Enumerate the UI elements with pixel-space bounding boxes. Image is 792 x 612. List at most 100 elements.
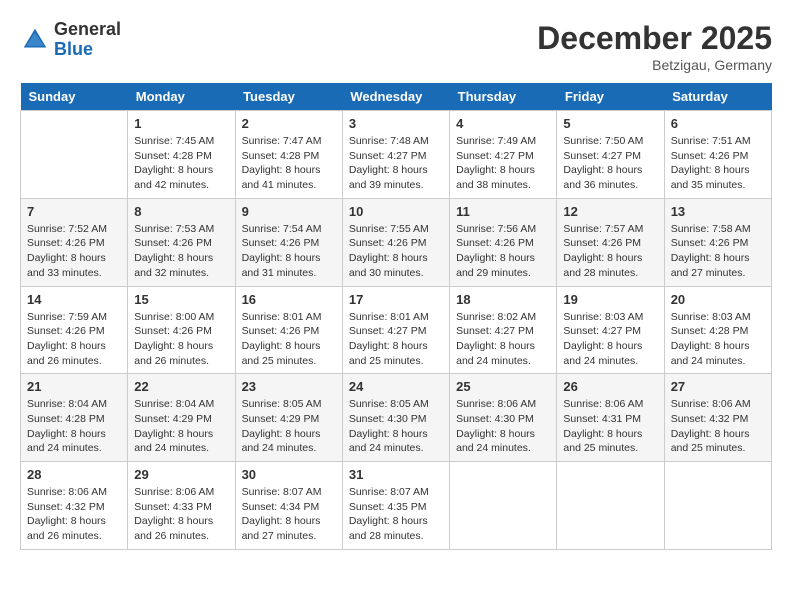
day-cell: 28Sunrise: 8:06 AM Sunset: 4:32 PM Dayli… (21, 462, 128, 550)
day-number: 13 (671, 204, 765, 219)
day-info: Sunrise: 8:01 AM Sunset: 4:27 PM Dayligh… (349, 310, 443, 369)
logo-general-text: General (54, 20, 121, 40)
day-number: 25 (456, 379, 550, 394)
day-info: Sunrise: 7:49 AM Sunset: 4:27 PM Dayligh… (456, 134, 550, 193)
day-info: Sunrise: 7:56 AM Sunset: 4:26 PM Dayligh… (456, 222, 550, 281)
day-number: 5 (563, 116, 657, 131)
day-cell: 29 Sunrise: 8:06 AM Sunset: 4:33 PM Dayli… (128, 462, 235, 550)
day-number: 7 (27, 204, 121, 219)
day-number: 3 (349, 116, 443, 131)
day-cell: 14 Sunrise: 7:59 AM Sunset: 4:26 PM Dayli… (21, 286, 128, 374)
day-cell: 21 Sunrise: 8:04 AM Sunset: 4:28 PM Dayli… (21, 374, 128, 462)
day-number: 2 (242, 116, 336, 131)
day-number: 24 (349, 379, 443, 394)
day-cell: 25 Sunrise: 8:06 AM Sunset: 4:30 PM Dayli… (450, 374, 557, 462)
day-info: Sunrise: 8:07 AM Sunset: 4:35 PM Dayligh… (349, 485, 443, 544)
day-info: Sunrise: 7:45 AM Sunset: 4:28 PM Dayligh… (134, 134, 228, 193)
day-cell: 19 Sunrise: 8:03 AM Sunset: 4:27 PM Dayli… (557, 286, 664, 374)
day-number: 11 (456, 204, 550, 219)
day-info: Sunrise: 7:59 AM Sunset: 4:26 PM Dayligh… (27, 310, 121, 369)
day-header-tuesday: Tuesday (235, 83, 342, 111)
day-cell: 2 Sunrise: 7:47 AM Sunset: 4:28 PM Daylig… (235, 111, 342, 199)
day-number: 30 (242, 467, 336, 482)
day-info: Sunrise: 7:54 AM Sunset: 4:26 PM Dayligh… (242, 222, 336, 281)
day-header-sunday: Sunday (21, 83, 128, 111)
day-cell: 18Sunrise: 8:02 AM Sunset: 4:27 PM Dayli… (450, 286, 557, 374)
week-row-5: 28Sunrise: 8:06 AM Sunset: 4:32 PM Dayli… (21, 462, 772, 550)
day-cell: 7 Sunrise: 7:52 AM Sunset: 4:26 PM Daylig… (21, 198, 128, 286)
logo: General Blue (20, 20, 121, 60)
day-cell (557, 462, 664, 550)
week-row-3: 14 Sunrise: 7:59 AM Sunset: 4:26 PM Dayli… (21, 286, 772, 374)
day-cell: 31 Sunrise: 8:07 AM Sunset: 4:35 PM Dayli… (342, 462, 449, 550)
logo-blue-text: Blue (54, 40, 121, 60)
day-cell: 11 Sunrise: 7:56 AM Sunset: 4:26 PM Dayli… (450, 198, 557, 286)
day-cell: 30 Sunrise: 8:07 AM Sunset: 4:34 PM Dayli… (235, 462, 342, 550)
day-cell: 16Sunrise: 8:01 AM Sunset: 4:26 PM Dayli… (235, 286, 342, 374)
day-cell: 13Sunrise: 7:58 AM Sunset: 4:26 PM Dayli… (664, 198, 771, 286)
location: Betzigau, Germany (537, 57, 772, 73)
day-number: 22 (134, 379, 228, 394)
day-info: Sunrise: 8:06 AM Sunset: 4:30 PM Dayligh… (456, 397, 550, 456)
day-cell: 23 Sunrise: 8:05 AM Sunset: 4:29 PM Dayli… (235, 374, 342, 462)
day-info: Sunrise: 8:03 AM Sunset: 4:27 PM Dayligh… (563, 310, 657, 369)
day-number: 31 (349, 467, 443, 482)
month-title: December 2025 (537, 20, 772, 57)
day-number: 19 (563, 292, 657, 307)
calendar-table: SundayMondayTuesdayWednesdayThursdayFrid… (20, 83, 772, 550)
day-cell: 10 Sunrise: 7:55 AM Sunset: 4:26 PM Dayli… (342, 198, 449, 286)
day-info: Sunrise: 7:47 AM Sunset: 4:28 PM Dayligh… (242, 134, 336, 193)
day-cell: 6Sunrise: 7:51 AM Sunset: 4:26 PM Daylig… (664, 111, 771, 199)
day-info: Sunrise: 8:06 AM Sunset: 4:31 PM Dayligh… (563, 397, 657, 456)
title-section: December 2025 Betzigau, Germany (537, 20, 772, 73)
day-cell (450, 462, 557, 550)
day-number: 10 (349, 204, 443, 219)
day-cell: 1 Sunrise: 7:45 AM Sunset: 4:28 PM Daylig… (128, 111, 235, 199)
day-number: 17 (349, 292, 443, 307)
day-cell: 26 Sunrise: 8:06 AM Sunset: 4:31 PM Dayli… (557, 374, 664, 462)
day-info: Sunrise: 7:55 AM Sunset: 4:26 PM Dayligh… (349, 222, 443, 281)
day-cell: 24 Sunrise: 8:05 AM Sunset: 4:30 PM Dayli… (342, 374, 449, 462)
day-number: 12 (563, 204, 657, 219)
day-header-thursday: Thursday (450, 83, 557, 111)
day-number: 1 (134, 116, 228, 131)
day-number: 23 (242, 379, 336, 394)
day-number: 16 (242, 292, 336, 307)
week-row-1: 1 Sunrise: 7:45 AM Sunset: 4:28 PM Daylig… (21, 111, 772, 199)
day-cell: 15 Sunrise: 8:00 AM Sunset: 4:26 PM Dayli… (128, 286, 235, 374)
day-cell: 17 Sunrise: 8:01 AM Sunset: 4:27 PM Dayli… (342, 286, 449, 374)
day-info: Sunrise: 8:04 AM Sunset: 4:28 PM Dayligh… (27, 397, 121, 456)
header-row: SundayMondayTuesdayWednesdayThursdayFrid… (21, 83, 772, 111)
day-info: Sunrise: 8:03 AM Sunset: 4:28 PM Dayligh… (671, 310, 765, 369)
day-info: Sunrise: 8:00 AM Sunset: 4:26 PM Dayligh… (134, 310, 228, 369)
day-number: 26 (563, 379, 657, 394)
day-cell: 4Sunrise: 7:49 AM Sunset: 4:27 PM Daylig… (450, 111, 557, 199)
day-info: Sunrise: 7:57 AM Sunset: 4:26 PM Dayligh… (563, 222, 657, 281)
day-number: 9 (242, 204, 336, 219)
week-row-4: 21 Sunrise: 8:04 AM Sunset: 4:28 PM Dayli… (21, 374, 772, 462)
day-info: Sunrise: 8:04 AM Sunset: 4:29 PM Dayligh… (134, 397, 228, 456)
day-info: Sunrise: 8:06 AM Sunset: 4:33 PM Dayligh… (134, 485, 228, 544)
day-cell: 5 Sunrise: 7:50 AM Sunset: 4:27 PM Daylig… (557, 111, 664, 199)
day-info: Sunrise: 7:50 AM Sunset: 4:27 PM Dayligh… (563, 134, 657, 193)
day-number: 28 (27, 467, 121, 482)
logo-icon (20, 25, 50, 55)
day-number: 8 (134, 204, 228, 219)
day-cell: 9 Sunrise: 7:54 AM Sunset: 4:26 PM Daylig… (235, 198, 342, 286)
day-number: 14 (27, 292, 121, 307)
day-cell: 12 Sunrise: 7:57 AM Sunset: 4:26 PM Dayli… (557, 198, 664, 286)
day-info: Sunrise: 8:06 AM Sunset: 4:32 PM Dayligh… (671, 397, 765, 456)
day-info: Sunrise: 8:05 AM Sunset: 4:29 PM Dayligh… (242, 397, 336, 456)
day-number: 21 (27, 379, 121, 394)
week-row-2: 7 Sunrise: 7:52 AM Sunset: 4:26 PM Daylig… (21, 198, 772, 286)
day-cell (21, 111, 128, 199)
day-info: Sunrise: 7:52 AM Sunset: 4:26 PM Dayligh… (27, 222, 121, 281)
day-info: Sunrise: 8:07 AM Sunset: 4:34 PM Dayligh… (242, 485, 336, 544)
day-number: 20 (671, 292, 765, 307)
day-cell: 20 Sunrise: 8:03 AM Sunset: 4:28 PM Dayli… (664, 286, 771, 374)
day-number: 15 (134, 292, 228, 307)
day-number: 29 (134, 467, 228, 482)
day-info: Sunrise: 7:51 AM Sunset: 4:26 PM Dayligh… (671, 134, 765, 193)
day-number: 27 (671, 379, 765, 394)
day-info: Sunrise: 8:05 AM Sunset: 4:30 PM Dayligh… (349, 397, 443, 456)
